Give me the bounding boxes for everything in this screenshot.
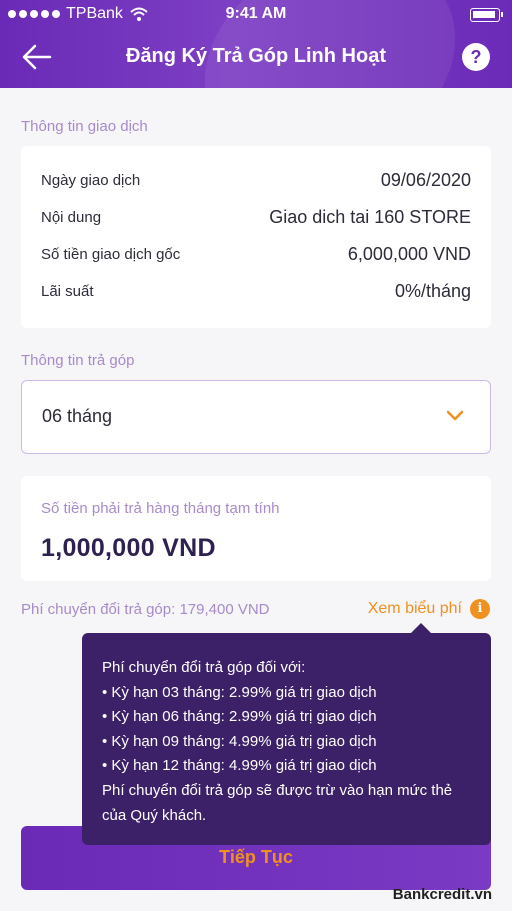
installment-section-label: Thông tin trả góp [21,352,135,369]
transaction-row-interest: Lãi suất 0%/tháng [41,281,471,305]
row-label: Số tiền giao dịch gốc [41,246,181,263]
transaction-row-date: Ngày giao dịch 09/06/2020 [41,170,471,194]
question-icon[interactable]: ? [462,43,490,71]
header-bar: TPBank 9:41 AM Đăng Ký Trả Góp Linh Hoạt… [0,0,512,88]
conversion-fee-text: Phí chuyển đổi trả góp: 179,400 VND [21,601,270,618]
transaction-section-label: Thông tin giao dịch [21,118,148,135]
info-icon[interactable]: i [470,599,490,619]
tooltip-line: • Kỳ hạn 09 tháng: 4.99% giá trị giao dị… [102,732,377,750]
view-fee-schedule-link[interactable]: Xem biểu phí [368,600,462,618]
transaction-row-amount: Số tiền giao dịch gốc 6,000,000 VND [41,244,471,268]
transaction-card: Ngày giao dịch 09/06/2020 Nội dung Giao … [21,146,491,328]
page-title: Đăng Ký Trả Góp Linh Hoạt [125,45,386,67]
tooltip-line: • Kỳ hạn 03 tháng: 2.99% giá trị giao dị… [102,683,377,701]
watermark-text: Bankcredit.vn [392,886,492,903]
row-label: Nội dung [41,209,102,226]
tooltip-line: • Kỳ hạn 06 tháng: 2.99% giá trị giao dị… [102,708,377,726]
battery-icon [470,8,503,22]
chevron-down-icon [446,410,464,421]
monthly-payment-label: Số tiền phải trả hàng tháng tạm tính [41,500,280,517]
monthly-payment-card: Số tiền phải trả hàng tháng tạm tính 1,0… [21,476,491,581]
row-value: 0%/tháng [394,281,471,301]
tooltip-line: Phí chuyển đổi trả góp sẽ được trừ vào h… [102,781,453,799]
transaction-row-content: Nội dung Giao dich tai 160 STORE [41,207,471,231]
status-time: 9:41 AM [225,5,287,22]
status-bar: TPBank 9:41 AM [0,0,512,30]
tooltip-line: • Kỳ hạn 12 tháng: 4.99% giá trị giao dị… [102,757,377,775]
nav-bar: Đăng Ký Trả Góp Linh Hoạt ? [0,34,512,80]
selected-term: 06 tháng [42,406,113,426]
continue-button-label: Tiếp Tục [219,847,293,867]
row-label: Lãi suất [41,283,94,300]
row-value: 09/06/2020 [380,170,471,190]
tooltip-content: Phí chuyển đổi trả góp đối với: • Kỳ hạn… [102,656,479,828]
term-select[interactable]: 06 tháng [21,380,491,454]
row-value: 6,000,000 VND [347,244,471,264]
monthly-payment-value: 1,000,000 VND [41,534,216,562]
tooltip-line: Phí chuyển đổi trả góp đối với: [102,659,306,676]
tooltip-line: của Quý khách. [102,806,207,824]
fee-tooltip: Phí chuyển đổi trả góp đối với: • Kỳ hạn… [82,623,491,845]
row-label: Ngày giao dịch [41,172,141,189]
row-value: Giao dich tai 160 STORE [269,207,471,227]
